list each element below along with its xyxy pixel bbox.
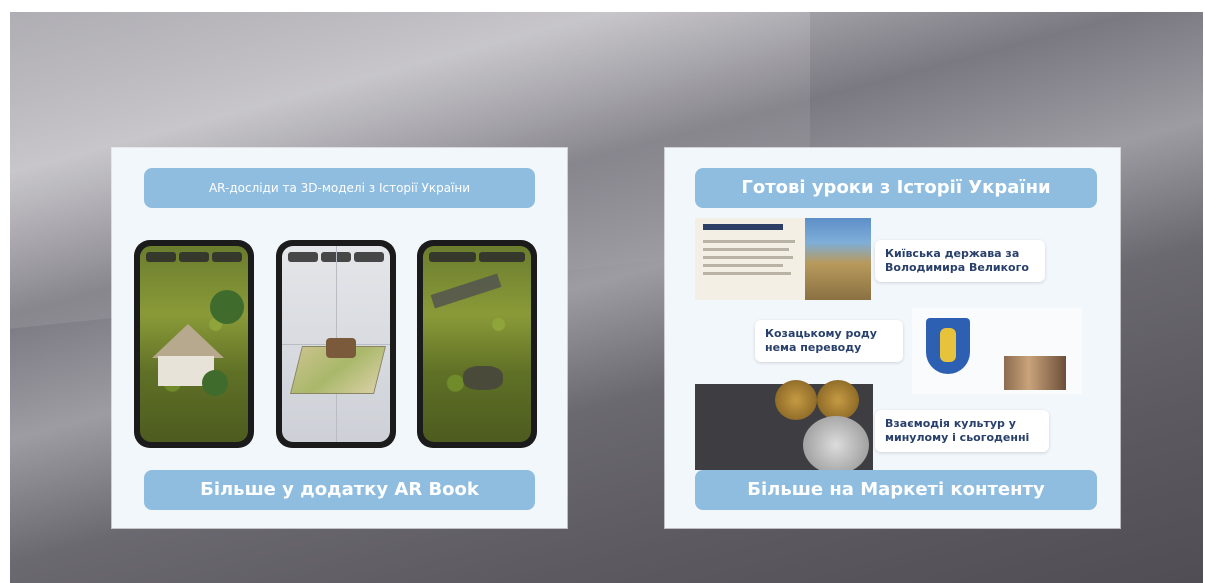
phone-mockup-house — [134, 240, 254, 448]
coin-icon — [803, 416, 869, 474]
phone-screen — [282, 246, 390, 442]
presentation-slide: AR-досліди та 3D-моделі з Історії Україн… — [10, 12, 1203, 583]
ar-book-card: AR-досліди та 3D-моделі з Історії Україн… — [112, 148, 567, 528]
ar-annotation — [430, 273, 502, 309]
painting-thumbnail — [1004, 356, 1066, 390]
ar-book-link-button[interactable]: Більше у додатку AR Book — [144, 470, 535, 510]
lesson-thumbnail-document — [695, 218, 805, 300]
phone-screen — [140, 246, 248, 442]
phone-toolbar — [429, 252, 525, 262]
phone-mockup-field — [417, 240, 537, 448]
3d-city-model — [326, 338, 356, 358]
coin-icon — [775, 380, 817, 420]
lessons-card: Готові уроки з Історії України Київська … — [665, 148, 1120, 528]
lesson-title-3[interactable]: Взаємодія культур у минулому і сьогоденн… — [875, 410, 1049, 452]
ready-lessons-banner: Готові уроки з Історії України — [695, 168, 1097, 208]
phone-toolbar — [146, 252, 242, 262]
lesson-title-2[interactable]: Козацькому роду нема переводу — [755, 320, 903, 362]
content-market-link-button[interactable]: Більше на Маркеті контенту — [695, 470, 1097, 510]
lesson-title-1[interactable]: Київська держава за Володимира Великого — [875, 240, 1045, 282]
house-model-roof — [152, 324, 224, 358]
phone-screen — [423, 246, 531, 442]
church-photo — [805, 218, 871, 300]
cossack-figure — [940, 328, 956, 362]
lesson-thumbnail-cossacks — [912, 308, 1082, 394]
ground-object — [463, 366, 503, 390]
tree-icon — [202, 370, 228, 396]
ar-experiments-banner: AR-досліди та 3D-моделі з Історії Україн… — [144, 168, 535, 208]
phone-mockup-map — [276, 240, 396, 448]
coin-icon — [817, 380, 859, 420]
tree-icon — [210, 290, 244, 324]
